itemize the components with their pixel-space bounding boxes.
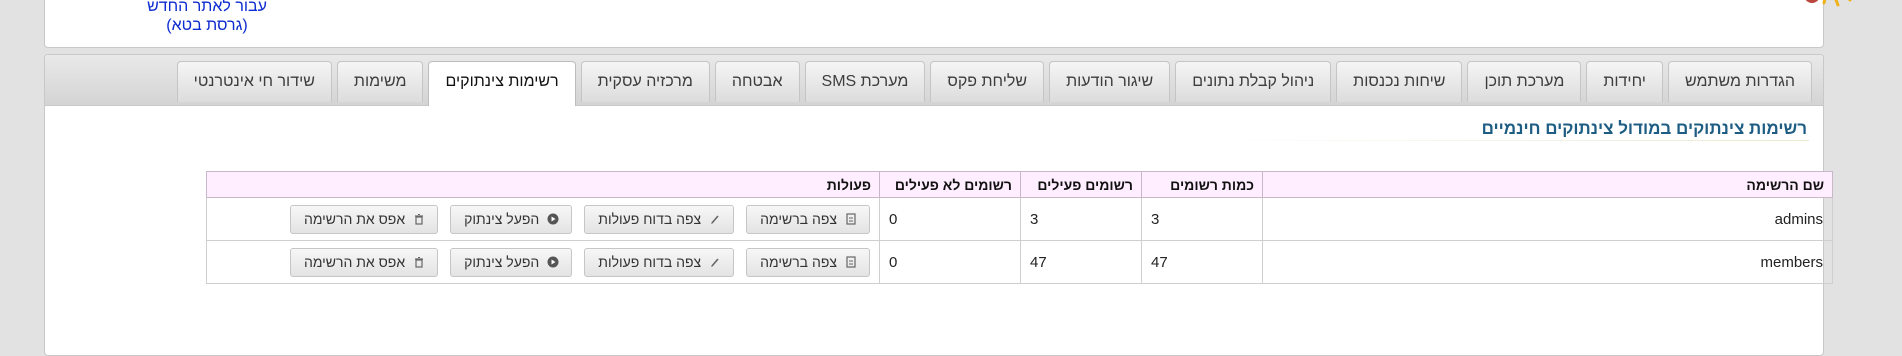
- header-list-name: שם הרשימה: [1262, 171, 1833, 198]
- reset-list-button-label: אפס את הרשימה: [303, 254, 406, 270]
- tab-7[interactable]: מערכת SMS: [804, 61, 926, 102]
- table-row: members 47 47 0 צפה ברשימה צפה בדוח פעולות הפע…: [206, 240, 1833, 284]
- view-list-button[interactable]: צפה ברשימה: [746, 247, 870, 277]
- sun-logo-icon: [1805, 0, 1852, 7]
- tab-0[interactable]: הגדרות משתמש: [1667, 61, 1812, 102]
- tab-8[interactable]: אבטחה: [714, 61, 800, 102]
- tab-bar: הגדרות משתמש יחידות מערכת תוכן שיחות נכנסות…: [45, 55, 1823, 106]
- tab-3[interactable]: שיחות נכנסות: [1336, 61, 1463, 102]
- header-count: כמות רשומים: [1141, 171, 1263, 198]
- pencil-icon: [711, 215, 719, 224]
- view-report-button-label: צפה בדוח פעולות: [598, 254, 702, 270]
- trash-icon: [415, 257, 424, 268]
- count-cell: 47: [1141, 240, 1263, 284]
- logo: [1800, 0, 1870, 17]
- reset-list-button[interactable]: אפס את הרשימה: [289, 204, 439, 234]
- tab-6[interactable]: שליחת פקס: [930, 61, 1045, 102]
- section-title: רשימות צינתוקים במודול צינתוקים חינמיים: [1481, 119, 1807, 138]
- count-cell: 3: [1141, 197, 1263, 241]
- view-report-button[interactable]: צפה בדוח פעולות: [584, 204, 735, 234]
- play-icon: [547, 256, 559, 268]
- active-cell: 3: [1020, 197, 1142, 241]
- tab-9[interactable]: מרכזיה עסקית: [580, 61, 710, 102]
- view-report-button-label: צפה בדוח פעולות: [598, 211, 702, 227]
- tab-2[interactable]: מערכת תוכן: [1467, 61, 1582, 102]
- actions-cell: צפה ברשימה צפה בדוח פעולות הפעל צינתוק אפס …: [206, 197, 880, 241]
- view-list-button[interactable]: צפה ברשימה: [746, 204, 870, 234]
- header-active: רשומים פעילים: [1020, 171, 1142, 198]
- inactive-cell: 0: [879, 240, 1021, 284]
- view-report-button[interactable]: צפה בדוח פעולות: [584, 247, 735, 277]
- active-cell: 47: [1020, 240, 1142, 284]
- actions-cell: צפה ברשימה צפה בדוח פעולות הפעל צינתוק אפס …: [206, 240, 880, 284]
- header-inactive: רשומים לא פעילים: [879, 171, 1021, 198]
- new-site-link[interactable]: עבור לאתר החדש (גרסת בטא): [145, 0, 269, 35]
- tab-4[interactable]: ניהול קבלת נתונים: [1175, 61, 1332, 102]
- list-name: admins: [1262, 197, 1833, 241]
- tab-12[interactable]: שידור חי אינטרנטי: [176, 61, 332, 102]
- main-panel: הגדרות משתמש יחידות מערכת תוכן שיחות נכנסות…: [44, 54, 1833, 356]
- tab-11[interactable]: משימות: [336, 61, 424, 102]
- tab-10[interactable]: רשימות צינתוקים: [428, 61, 576, 106]
- list-name: members: [1262, 240, 1833, 284]
- tab-1[interactable]: יחידות: [1586, 61, 1663, 102]
- table-row: admins 3 3 0 צפה ברשימה צפה בדוח פעולות הפעל צ…: [206, 197, 1833, 241]
- reset-list-button[interactable]: אפס את הרשימה: [289, 247, 439, 277]
- trash-icon: [415, 214, 424, 225]
- lists-table: שם הרשימה כמות רשומים רשומים פעילים רשומ…: [206, 171, 1833, 284]
- tab-list: הגדרות משתמש יחידות מערכת תוכן שיחות נכנסות…: [176, 61, 1812, 106]
- inactive-cell: 0: [879, 197, 1021, 241]
- header-bar: עבור לאתר החדש (גרסת בטא): [44, 0, 1852, 48]
- document-icon: [846, 213, 856, 225]
- run-ping-button[interactable]: הפעל צינתוק: [450, 204, 573, 234]
- title-divider: [1199, 140, 1809, 141]
- run-ping-button[interactable]: הפעל צינתוק: [450, 247, 573, 277]
- view-list-button-label: צפה ברשימה: [760, 254, 837, 270]
- view-list-button-label: צפה ברשימה: [760, 211, 837, 227]
- run-ping-button-label: הפעל צינתוק: [464, 211, 540, 227]
- table-header-row: שם הרשימה כמות רשומים רשומים פעילים רשומ…: [206, 171, 1833, 198]
- document-icon: [846, 256, 856, 268]
- play-icon: [547, 213, 559, 225]
- header-actions: פעולות: [206, 171, 880, 198]
- pencil-icon: [711, 258, 719, 267]
- tab-5[interactable]: שיגור הודעות: [1049, 61, 1171, 102]
- run-ping-button-label: הפעל צינתוק: [464, 254, 540, 270]
- reset-list-button-label: אפס את הרשימה: [303, 211, 406, 227]
